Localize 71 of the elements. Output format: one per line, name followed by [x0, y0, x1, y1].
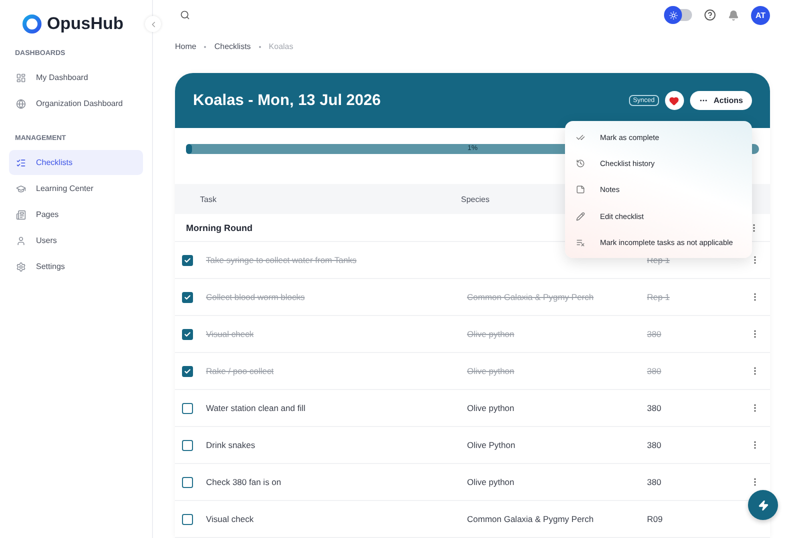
- favorite-button[interactable]: [664, 91, 684, 110]
- sidebar-item[interactable]: Organization Dashboard: [9, 91, 143, 116]
- graduation-cap-icon: [16, 184, 26, 194]
- check-icon: [184, 294, 191, 300]
- species-cell-text: Olive python: [467, 403, 516, 413]
- breadcrumb-link[interactable]: Home: [175, 42, 196, 52]
- task-cell-text: Drink snakes: [206, 440, 256, 450]
- dashboard-icon: [16, 72, 26, 82]
- check-icon: [184, 330, 191, 338]
- species-cell-text: Common Galaxia & Pygmy Perch: [467, 292, 595, 302]
- search-icon[interactable]: [180, 10, 190, 20]
- heart-icon: [669, 96, 680, 106]
- task-checkbox[interactable]: [182, 440, 193, 450]
- settings-icon: [16, 262, 26, 272]
- table-cell-text: Rep 1: [647, 292, 671, 302]
- task-checkbox[interactable]: [182, 254, 193, 266]
- list-x-icon: [576, 238, 585, 247]
- note-icon: [576, 185, 585, 194]
- logo-icon: [22, 14, 42, 34]
- task-cell-text: Take syringe to collect water from Tanks: [206, 255, 358, 265]
- table-cell-text: 380: [647, 403, 662, 413]
- sidebar-item[interactable]: Learning Center: [9, 176, 143, 201]
- table-cell-text: R09: [647, 514, 664, 524]
- theme-toggle[interactable]: [666, 9, 692, 22]
- group-title: Morning Round: [186, 222, 252, 232]
- breadcrumb-link[interactable]: Checklists: [214, 42, 251, 52]
- table-cell-text: 380: [647, 477, 662, 487]
- task-cell-text: Water station clean and fill: [206, 403, 306, 413]
- species-cell-text: Olive python: [467, 329, 516, 339]
- task-checkbox[interactable]: [182, 476, 193, 488]
- species-cell-text: Olive Python: [467, 440, 516, 450]
- pencil-icon: [576, 212, 585, 221]
- sun-icon: [668, 10, 678, 20]
- page-icon: [16, 210, 26, 220]
- sidebar-item[interactable]: Checklists: [9, 150, 143, 175]
- help-icon[interactable]: [704, 9, 716, 22]
- task-cell-text: Check 380 fan is on: [206, 477, 282, 487]
- checklist-title: Koalas - Mon, 13 Jul 2026: [193, 92, 381, 110]
- column-header: Task: [200, 194, 218, 204]
- user-icon: [16, 236, 26, 246]
- actions-button[interactable]: Actions: [690, 91, 752, 110]
- table-cell-text: 380: [647, 440, 662, 450]
- species-cell-text: Common Galaxia & Pygmy Perch: [467, 514, 595, 524]
- sidebar-item[interactable]: Settings: [9, 254, 143, 279]
- species-cell-text: Olive python: [467, 366, 516, 376]
- column-header: Species: [461, 194, 490, 204]
- check-icon: [184, 256, 191, 264]
- sidebar-item[interactable]: Users: [9, 228, 143, 253]
- bell-icon[interactable]: [728, 10, 739, 21]
- user-avatar[interactable]: AT: [751, 6, 770, 25]
- globe-icon: [16, 98, 26, 108]
- task-checkbox[interactable]: [182, 328, 193, 340]
- task-checkbox[interactable]: [182, 366, 193, 376]
- task-cell-text: Visual check: [206, 514, 255, 524]
- brand-name: OpusHub: [47, 14, 124, 34]
- task-checkbox[interactable]: [182, 514, 193, 524]
- checklist-icon: [16, 158, 26, 168]
- sidebar-item[interactable]: Pages: [9, 202, 143, 227]
- sidebar-item[interactable]: My Dashboard: [9, 65, 143, 90]
- table-cell-text: 380: [647, 366, 662, 376]
- check-icon: [184, 368, 191, 374]
- species-cell-text: Olive python: [467, 477, 516, 487]
- table-cell-text: 380: [647, 329, 662, 339]
- lightning-icon: [758, 500, 768, 510]
- task-cell-text: Visual check: [206, 329, 255, 339]
- task-cell-text: Collect blood worm blocks: [206, 292, 306, 302]
- double-check-icon: [576, 132, 585, 142]
- task-cell-text: Rake / poo collect: [206, 366, 275, 376]
- task-checkbox[interactable]: [182, 292, 193, 302]
- history-icon: [576, 158, 585, 168]
- task-checkbox[interactable]: [182, 402, 193, 414]
